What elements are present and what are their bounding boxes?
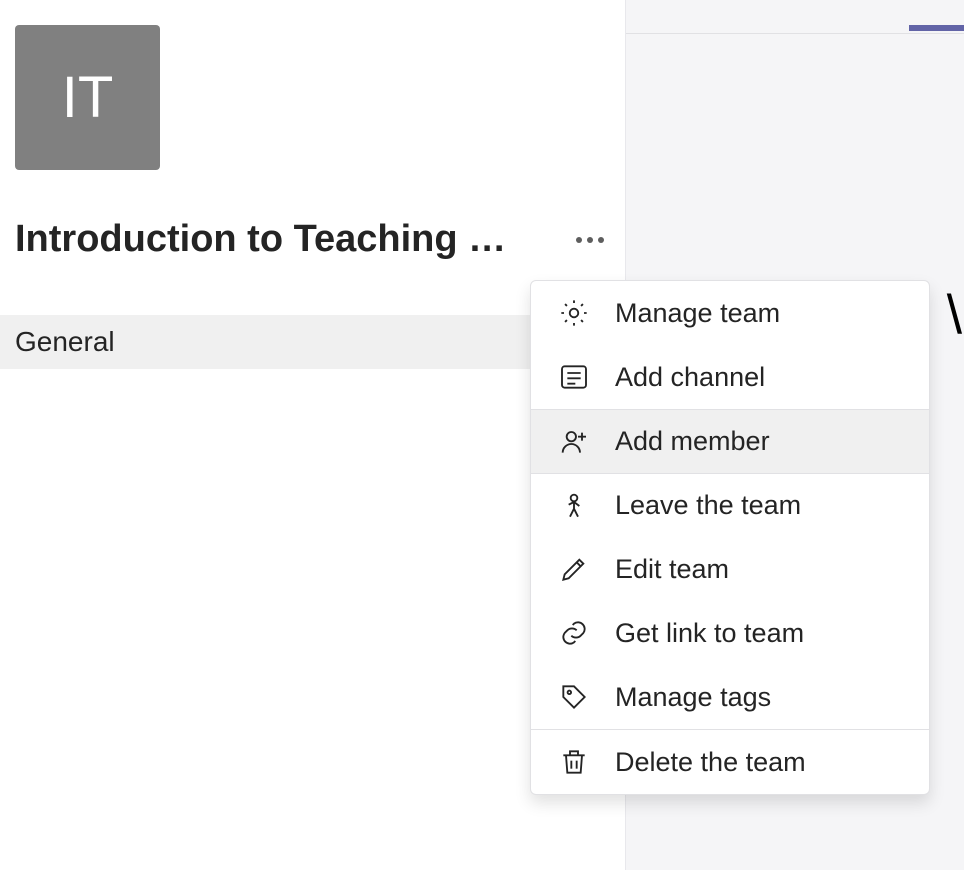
menu-item-edit-team[interactable]: Edit team <box>531 537 929 601</box>
menu-label: Get link to team <box>615 618 804 649</box>
more-horizontal-icon <box>575 231 605 249</box>
menu-item-add-member[interactable]: Add member <box>531 409 929 473</box>
menu-item-get-link[interactable]: Get link to team <box>531 601 929 665</box>
team-more-options-button[interactable] <box>570 220 610 260</box>
menu-item-manage-tags[interactable]: Manage tags <box>531 665 929 729</box>
team-context-menu: Manage team Add channel Add member Leave… <box>530 280 930 795</box>
menu-label: Edit team <box>615 554 729 585</box>
menu-item-manage-team[interactable]: Manage team <box>531 281 929 345</box>
menu-label: Delete the team <box>615 747 806 778</box>
menu-item-add-channel[interactable]: Add channel <box>531 345 929 409</box>
menu-label: Leave the team <box>615 490 801 521</box>
menu-label: Add channel <box>615 362 765 393</box>
tag-icon <box>557 680 591 714</box>
leave-icon <box>557 489 591 523</box>
menu-label: Manage team <box>615 298 780 329</box>
add-member-icon <box>557 425 591 459</box>
team-avatar-initials: IT <box>62 64 114 131</box>
add-channel-icon <box>557 360 591 394</box>
panel-top-separator <box>626 33 964 34</box>
pencil-icon <box>557 552 591 586</box>
menu-label: Manage tags <box>615 682 771 713</box>
menu-item-leave-team[interactable]: Leave the team <box>531 473 929 537</box>
active-tab-indicator <box>909 25 964 31</box>
partial-text: \ <box>947 282 962 346</box>
trash-icon <box>557 745 591 779</box>
team-avatar[interactable]: IT <box>15 25 160 170</box>
menu-item-delete-team[interactable]: Delete the team <box>531 730 929 794</box>
team-header-row: Introduction to Teaching On… <box>15 218 610 261</box>
link-icon <box>557 616 591 650</box>
channel-label: General <box>15 326 115 358</box>
team-title: Introduction to Teaching On… <box>15 218 535 261</box>
gear-icon <box>557 296 591 330</box>
menu-label: Add member <box>615 426 770 457</box>
